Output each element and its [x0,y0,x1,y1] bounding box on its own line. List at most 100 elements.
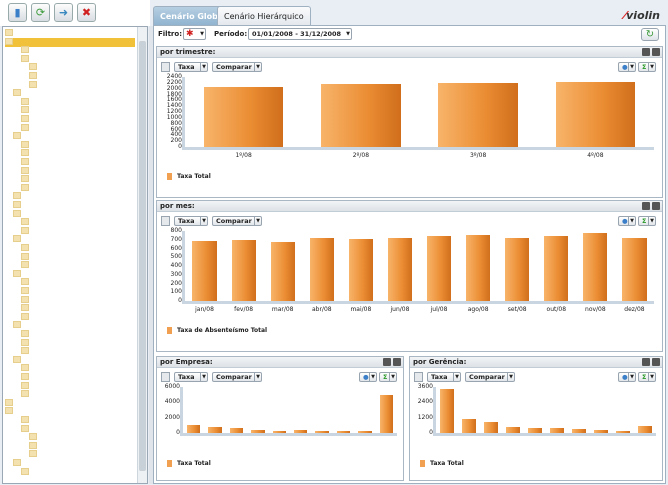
folder-icon [21,158,29,165]
tree-scrollbar[interactable] [137,27,147,483]
chart-bar[interactable] [348,238,373,301]
x-axis [182,301,654,304]
chart-bar[interactable] [572,428,586,433]
y-tick-label: 2000 [164,413,180,421]
chart-bar[interactable] [208,426,222,433]
rate-select[interactable]: Taxa ▼ [174,216,208,226]
chart-bar[interactable] [294,429,308,433]
sum-icon[interactable]: Σ ▼ [638,62,656,72]
chart-bar[interactable] [505,238,530,301]
chart-panel-header: por Gerência: [410,357,662,368]
compare-select[interactable]: Comparar ▼ [212,216,262,226]
export-icon[interactable] [414,372,423,382]
maximize-icon[interactable] [652,358,660,366]
chart-bar[interactable] [462,419,476,433]
chart-bar[interactable] [555,82,636,147]
indicator-tree[interactable] [2,26,148,484]
minimize-icon[interactable] [383,358,391,366]
chart-bar[interactable] [528,427,542,433]
export-icon[interactable] [161,372,170,382]
delete-icon[interactable]: ✖ [77,3,96,22]
chart-bar[interactable] [229,427,244,433]
chart-bar[interactable] [440,389,454,433]
y-tick-label: 300 [170,270,182,278]
chart-bar[interactable] [187,424,201,433]
chart-panel-header: por trimestre: [157,47,662,58]
compare-select-label: Comparar [216,217,252,225]
chart-bar[interactable] [622,238,647,301]
rate-select-label: Taxa [178,63,195,71]
chart-bar[interactable] [426,236,452,301]
chart-bar[interactable] [358,430,372,433]
chart-bar[interactable] [203,87,284,147]
chart-bar[interactable] [309,238,334,301]
chart-bar[interactable] [231,239,256,301]
chart-bar[interactable] [336,430,351,433]
chart-bar[interactable] [638,426,652,433]
sum-icon[interactable]: Σ ▼ [379,372,397,382]
minimize-icon[interactable] [642,358,650,366]
chart-bar[interactable] [321,84,401,147]
chart-bar[interactable] [251,429,265,433]
maximize-icon[interactable] [393,358,401,366]
chart-bar[interactable] [484,421,498,433]
rate-select[interactable]: Taxa ▼ [427,372,461,382]
folder-icon [13,321,21,329]
sum-icon[interactable]: Σ ▼ [638,216,656,226]
folder-icon [21,467,29,475]
rate-select[interactable]: Taxa ▼ [174,372,208,382]
rate-select[interactable]: Taxa ▼ [174,62,208,72]
period-value: 01/01/2008 - 31/12/2008 [252,30,342,38]
period-label: Período: [214,30,248,38]
export-icon[interactable] [161,216,170,226]
legend-swatch [167,460,172,467]
chart-bar[interactable] [438,83,518,147]
globe-icon[interactable]: ● ▼ [618,216,636,226]
y-tick-label: 3600 [417,383,433,390]
period-select[interactable]: 01/01/2008 - 31/12/2008 ▼ [248,28,352,40]
chart-bar[interactable] [315,430,329,433]
apply-refresh-button[interactable]: ↻ [641,28,659,41]
tree-item[interactable] [21,467,135,477]
chart-bar[interactable] [379,394,393,433]
minimize-icon[interactable] [642,48,650,56]
chart-bar[interactable] [544,235,569,301]
chart-bar[interactable] [550,428,564,433]
x-tick-label: dez/08 [624,306,645,313]
folder-icon [21,54,29,62]
link-icon[interactable]: ➜ [54,3,73,22]
chart-bar[interactable] [192,240,217,301]
folder-icon [21,330,29,337]
chart-bar[interactable] [583,232,608,301]
chart-bar[interactable] [387,238,413,301]
export-icon[interactable] [161,62,170,72]
chart-bar[interactable] [616,430,630,433]
compare-select[interactable]: Comparar ▼ [212,62,262,72]
folder-icon [21,416,29,423]
globe-icon[interactable]: ● ▼ [359,372,377,382]
compare-select[interactable]: Comparar ▼ [212,372,262,382]
refresh-icon[interactable]: ⟳ [31,3,50,22]
chart-bar[interactable] [594,429,608,433]
chart-panel-header: por mes: [157,201,662,212]
folder-icon [13,269,21,277]
chart-icon[interactable]: ▮ [8,3,27,22]
maximize-icon[interactable] [652,202,660,210]
tab-cenario-hierarquico[interactable]: Cenário Hierárquico [217,6,311,26]
brand-name: violin [626,9,660,22]
globe-icon[interactable]: ● ▼ [618,372,636,382]
chart-title: por Gerência: [413,358,467,366]
x-tick-label: jul/08 [430,306,448,313]
minimize-icon[interactable] [642,202,650,210]
globe-icon[interactable]: ● ▼ [618,62,636,72]
main-toolbar: ▮ ⟳ ➜ ✖ [0,0,150,26]
chart-bar[interactable] [270,242,295,301]
sum-icon[interactable]: Σ ▼ [638,372,656,382]
compare-select[interactable]: Comparar ▼ [465,372,515,382]
chart-bar[interactable] [272,430,286,433]
maximize-icon[interactable] [652,48,660,56]
tree-scroll-thumb[interactable] [139,41,146,471]
chart-bar[interactable] [466,234,491,301]
filter-button[interactable]: ✱ ▼ [183,28,206,40]
chart-bar[interactable] [506,427,520,433]
